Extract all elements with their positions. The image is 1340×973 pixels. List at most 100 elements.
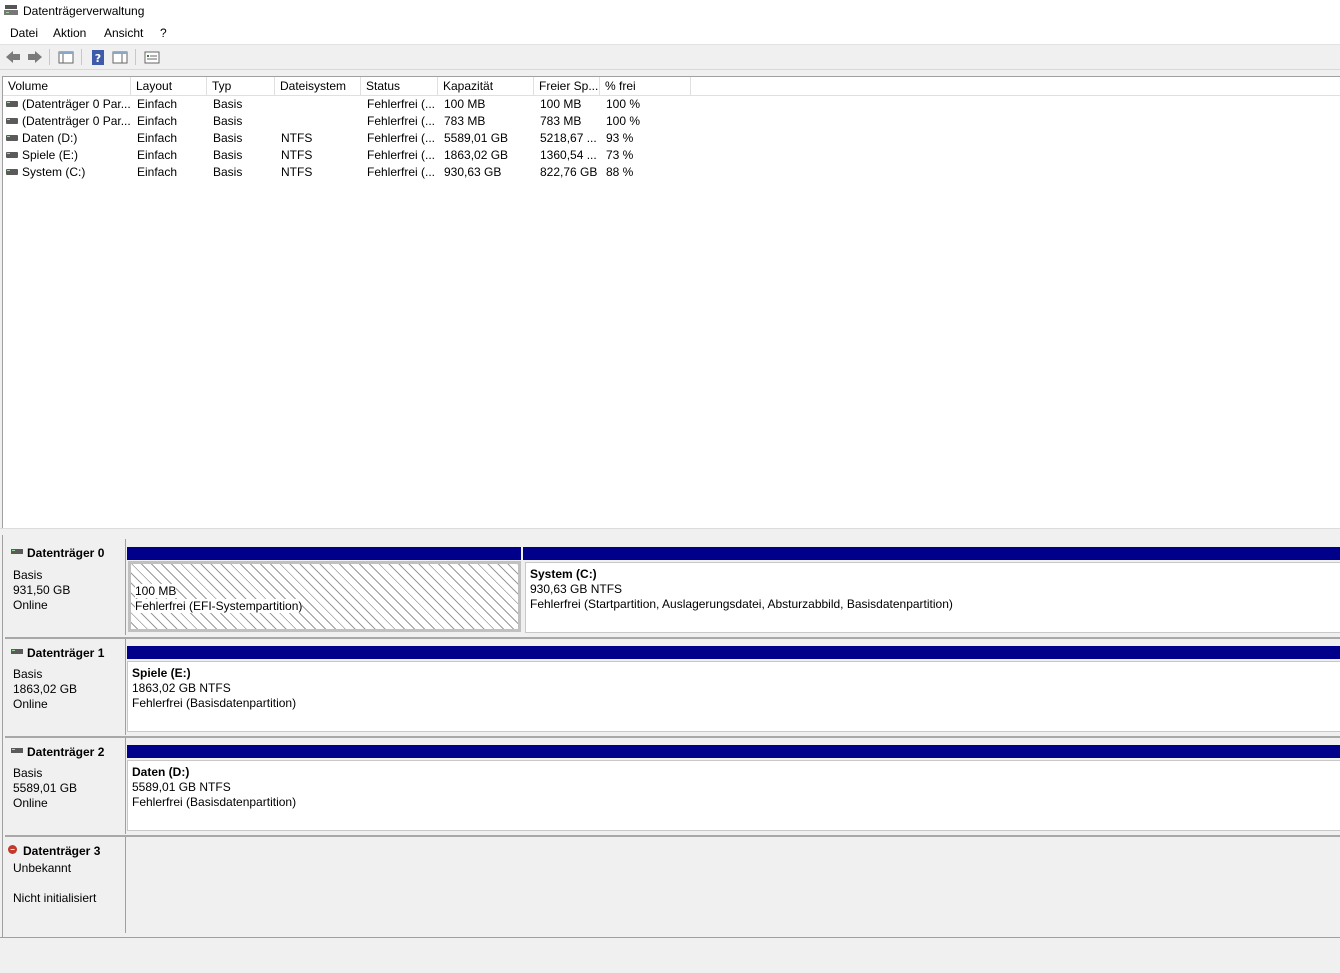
cell-layout: Einfach <box>137 165 178 179</box>
disk-icon <box>11 549 23 554</box>
partition-bar <box>127 745 1340 758</box>
cell-freier-speicher: 5218,67 ... <box>540 131 597 145</box>
cell-kapazitaet: 100 MB <box>444 97 486 111</box>
forward-icon[interactable] <box>26 48 44 66</box>
volume-icon <box>6 118 18 124</box>
cell-status: Fehlerfrei (... <box>367 165 436 179</box>
table-row[interactable]: Spiele (E:) Einfach Basis NTFS Fehlerfre… <box>3 147 703 164</box>
disk-row-divider <box>5 835 1340 837</box>
menu-help[interactable]: ? <box>160 26 167 40</box>
toolbar-separator <box>49 49 50 65</box>
disk-type: Basis <box>13 766 43 780</box>
menu-datei[interactable]: Datei <box>10 26 38 40</box>
partition-title: Spiele (E:) <box>132 666 191 680</box>
disk-state: Online <box>13 697 48 711</box>
disk-2-label[interactable]: Datenträger 2 Basis 5589,01 GB Online <box>5 738 126 834</box>
partition-size: 100 MB <box>135 584 177 598</box>
cell-layout: Einfach <box>137 148 178 162</box>
cell-volume: Daten (D:) <box>22 131 78 145</box>
disk-3-label[interactable]: − Datenträger 3 Unbekannt Nicht initiali… <box>5 837 126 933</box>
toolbar-separator <box>81 49 82 65</box>
partition-size: 1863,02 GB NTFS <box>132 681 231 695</box>
table-row[interactable]: (Datenträger 0 Par... Einfach Basis Fehl… <box>3 113 703 130</box>
cell-dateisystem: NTFS <box>281 165 313 179</box>
help-icon[interactable]: ? <box>89 48 107 66</box>
column-header-prozent-frei[interactable]: % frei <box>600 77 691 96</box>
disk-state: Online <box>13 796 48 810</box>
cell-typ: Basis <box>213 165 243 179</box>
partition-bar <box>127 646 1340 659</box>
column-header-volume[interactable]: Volume <box>3 77 131 96</box>
disk-1-label[interactable]: Datenträger 1 Basis 1863,02 GB Online <box>5 639 126 735</box>
console-tree-icon[interactable] <box>57 48 75 66</box>
cell-kapazitaet: 930,63 GB <box>444 165 502 179</box>
column-header-status[interactable]: Status <box>361 77 438 96</box>
column-header-typ[interactable]: Typ <box>207 77 275 96</box>
column-header-kapazitaet[interactable]: Kapazität <box>438 77 534 96</box>
disk-size: 931,50 GB <box>13 583 71 597</box>
cell-volume: (Datenträger 0 Par... <box>22 97 131 111</box>
settings-icon[interactable] <box>143 48 161 66</box>
cell-status: Fehlerfrei (... <box>367 131 436 145</box>
disk-type: Unbekannt <box>13 861 72 875</box>
cell-freier-speicher: 822,76 GB <box>540 165 598 179</box>
partition-spiele-e[interactable]: Spiele (E:) 1863,02 GB NTFS Fehlerfrei (… <box>127 661 1340 732</box>
partition-title: Daten (D:) <box>132 765 190 779</box>
partition-status: Fehlerfrei (Basisdatenpartition) <box>132 795 297 809</box>
cell-kapazitaet: 5589,01 GB <box>444 131 509 145</box>
partition-bar <box>127 547 521 560</box>
cell-status: Fehlerfrei (... <box>367 148 436 162</box>
cell-volume: Spiele (E:) <box>22 148 79 162</box>
menu-aktion[interactable]: Aktion <box>53 26 86 40</box>
cell-kapazitaet: 783 MB <box>444 114 486 128</box>
cell-prozent-frei: 100 % <box>606 97 641 111</box>
disk-size: 1863,02 GB <box>13 682 78 696</box>
partition-efi[interactable]: 100 MB Fehlerfrei (EFI-Systempartition) <box>128 561 521 632</box>
menu-bar: Datei Aktion Ansicht ? <box>0 22 1340 45</box>
cell-layout: Einfach <box>137 131 178 145</box>
cell-typ: Basis <box>213 114 243 128</box>
cell-layout: Einfach <box>137 114 178 128</box>
status-area <box>0 937 1340 973</box>
volume-icon <box>6 101 18 107</box>
column-header-dateisystem[interactable]: Dateisystem <box>275 77 361 96</box>
disk-0-label[interactable]: Datenträger 0 Basis 931,50 GB Online <box>5 539 126 635</box>
table-row[interactable]: Daten (D:) Einfach Basis NTFS Fehlerfrei… <box>3 130 703 147</box>
disk-icon <box>11 649 23 654</box>
disk-name: Datenträger 2 <box>27 745 105 759</box>
cell-prozent-frei: 93 % <box>606 131 634 145</box>
column-header-layout[interactable]: Layout <box>131 77 207 96</box>
disk-row-divider <box>5 637 1340 639</box>
cell-prozent-frei: 100 % <box>606 114 641 128</box>
volume-icon <box>6 169 18 175</box>
disk-icon <box>11 748 23 753</box>
partition-status: Fehlerfrei (EFI-Systempartition) <box>135 599 303 613</box>
table-row[interactable]: System (C:) Einfach Basis NTFS Fehlerfre… <box>3 164 703 181</box>
partition-system-c[interactable]: System (C:) 930,63 GB NTFS Fehlerfrei (S… <box>525 562 1340 633</box>
cell-volume: System (C:) <box>22 165 86 179</box>
table-row[interactable]: (Datenträger 0 Par... Einfach Basis Fehl… <box>3 96 703 113</box>
cell-status: Fehlerfrei (... <box>367 97 436 111</box>
partition-size: 5589,01 GB NTFS <box>132 780 231 794</box>
cell-layout: Einfach <box>137 97 178 111</box>
partition-bar <box>523 547 1340 560</box>
menu-ansicht[interactable]: Ansicht <box>104 26 143 40</box>
partition-daten-d[interactable]: Daten (D:) 5589,01 GB NTFS Fehlerfrei (B… <box>127 760 1340 831</box>
back-icon[interactable] <box>4 48 22 66</box>
column-header-freier-speicher[interactable]: Freier Sp... <box>534 77 600 96</box>
disk-row-divider <box>5 736 1340 738</box>
disk-name: Datenträger 0 <box>27 546 105 560</box>
cell-kapazitaet: 1863,02 GB <box>444 148 509 162</box>
disk-state: Online <box>13 598 48 612</box>
toolbar-separator <box>135 49 136 65</box>
partition-title: System (C:) <box>530 567 597 581</box>
cell-freier-speicher: 100 MB <box>540 97 582 111</box>
cell-volume: (Datenträger 0 Par... <box>22 114 131 128</box>
cell-prozent-frei: 73 % <box>606 148 634 162</box>
cell-prozent-frei: 88 % <box>606 165 634 179</box>
disk-name: Datenträger 1 <box>27 646 105 660</box>
cell-freier-speicher: 1360,54 ... <box>540 148 597 162</box>
properties-icon[interactable] <box>111 48 129 66</box>
cell-status: Fehlerfrei (... <box>367 114 436 128</box>
partition-status: Fehlerfrei (Basisdatenpartition) <box>132 696 297 710</box>
